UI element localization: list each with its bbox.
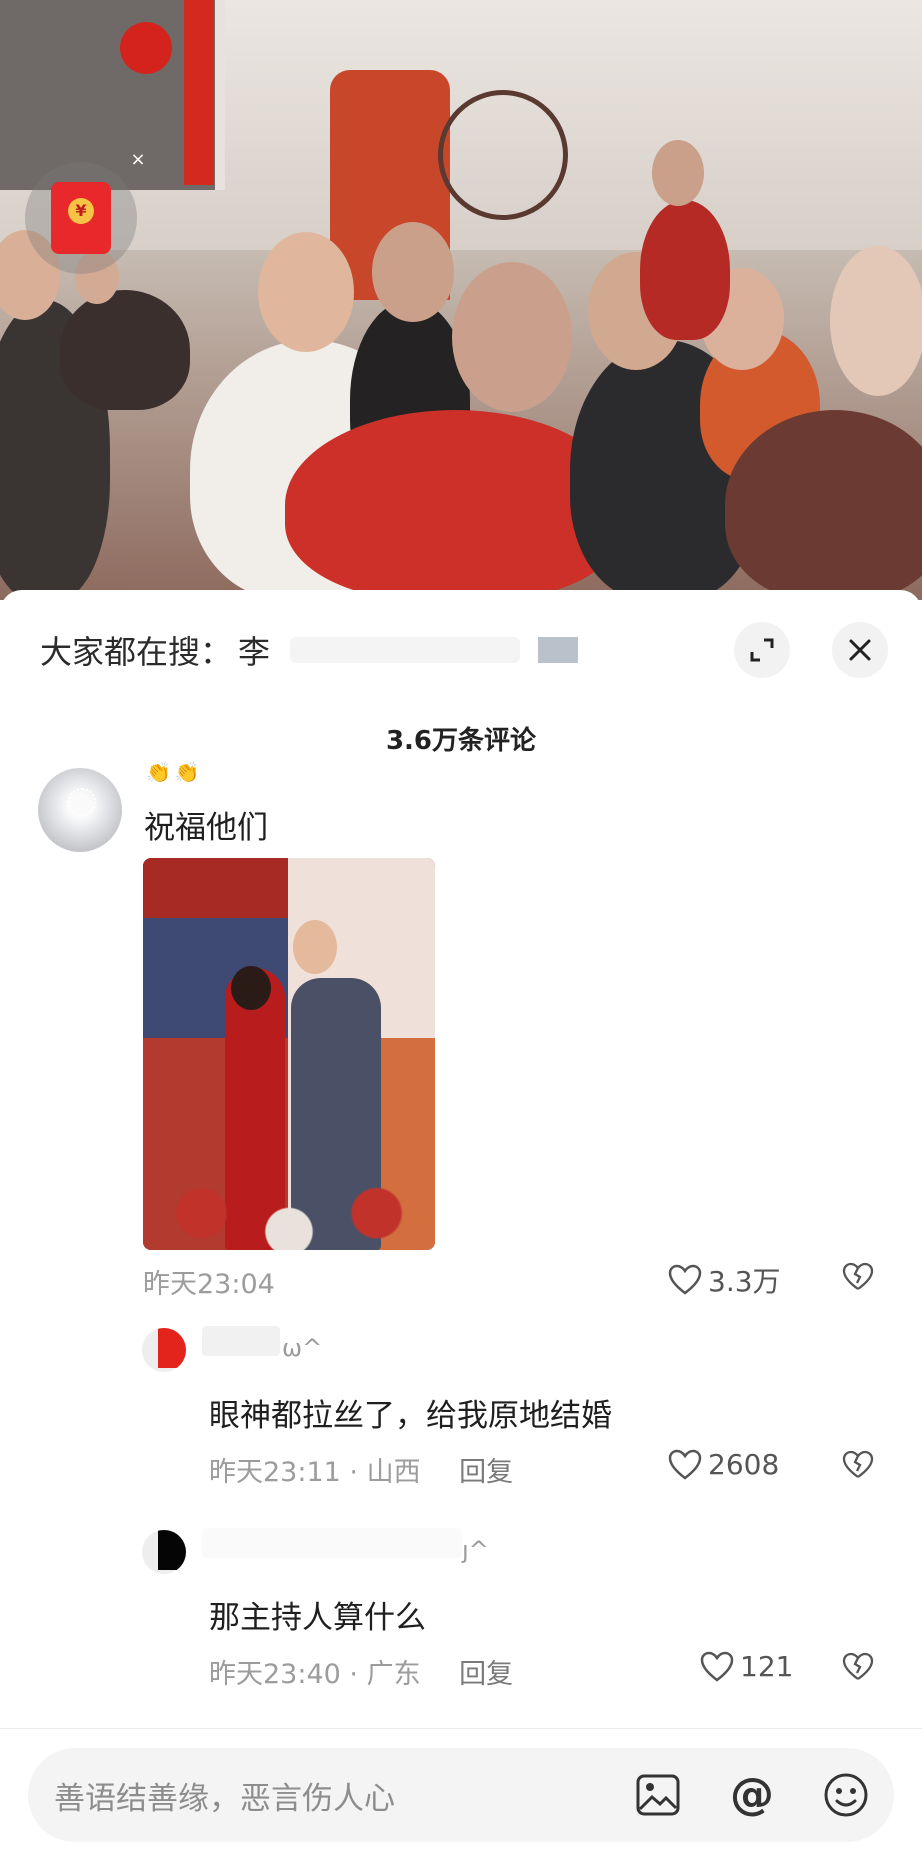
broken-heart-icon xyxy=(842,1450,874,1478)
heart-icon xyxy=(668,1264,702,1295)
username-tail: ȷ^ xyxy=(462,1536,489,1564)
comment-time: 昨天23:04 xyxy=(143,1269,275,1300)
double-happiness-decoration xyxy=(120,22,172,74)
at-icon: @ xyxy=(730,1769,774,1820)
image-button[interactable] xyxy=(632,1769,684,1821)
broken-heart-icon xyxy=(842,1652,874,1680)
comment-emoji: 👏👏 xyxy=(146,760,204,784)
comment-count: 3.6万条评论 xyxy=(385,726,537,756)
username-tail: ω^ xyxy=(282,1334,323,1362)
avatar[interactable] xyxy=(38,768,122,852)
red-curtain xyxy=(184,0,214,185)
search-label: 大家都在搜： xyxy=(40,633,233,671)
expand-button[interactable] xyxy=(734,622,790,678)
dandelion-image xyxy=(68,788,96,816)
comment-text: 祝福他们 xyxy=(144,810,268,846)
guest-head xyxy=(830,246,922,396)
comment-panel: 大家都在搜： 李 3.6万条评论 👏👏 祝福他们 昨天23:04 3.3万 ω^… xyxy=(0,590,922,1866)
red-packet-button[interactable]: ¥ xyxy=(25,162,137,274)
like-button[interactable]: 2608 xyxy=(668,1448,779,1481)
like-count: 3.3万 xyxy=(708,1265,781,1298)
dot-separator: · xyxy=(349,1457,367,1488)
red-packet-close-icon[interactable]: × xyxy=(128,150,148,170)
heart-icon xyxy=(668,1449,702,1480)
reply-button[interactable]: 回复 xyxy=(459,1659,513,1690)
dislike-button[interactable] xyxy=(842,1450,874,1484)
guest-head xyxy=(258,232,354,352)
guest-figure xyxy=(60,290,190,410)
avatar-square xyxy=(158,1530,186,1570)
close-icon xyxy=(849,639,871,661)
like-count: 121 xyxy=(740,1650,794,1683)
red-packet-coin: ¥ xyxy=(68,198,94,224)
decorative-wheel xyxy=(438,90,568,220)
comment-meta: 昨天23:04 xyxy=(143,1262,275,1301)
emoji-icon xyxy=(824,1773,868,1817)
comment-meta: 昨天23:40 · 广东 回复 xyxy=(209,1652,513,1691)
photo-flowers xyxy=(143,1158,435,1250)
guest-head xyxy=(372,222,454,322)
heart-icon xyxy=(700,1651,734,1682)
photo-red-wall xyxy=(143,858,288,918)
search-term[interactable]: 李 xyxy=(238,627,270,673)
guest-figure xyxy=(640,200,730,340)
comment-text: 那主持人算什么 xyxy=(209,1600,426,1636)
avatar-square xyxy=(158,1328,186,1368)
input-divider xyxy=(0,1728,922,1729)
mention-button[interactable]: @ xyxy=(726,1769,778,1821)
blurred-search-text xyxy=(290,637,521,663)
image-icon xyxy=(636,1774,680,1816)
comment-text: 眼神都拉丝了，给我原地结婚 xyxy=(209,1398,612,1434)
video-player[interactable]: ¥ × xyxy=(0,0,922,600)
reply-avatar[interactable] xyxy=(142,1328,186,1372)
reply-avatar[interactable] xyxy=(142,1530,186,1574)
dislike-button[interactable] xyxy=(842,1652,874,1686)
like-button[interactable]: 121 xyxy=(700,1650,793,1683)
guest-head xyxy=(452,262,572,412)
broken-heart-icon xyxy=(842,1262,874,1290)
photo-groom-head xyxy=(293,920,337,974)
dislike-button[interactable] xyxy=(842,1262,874,1296)
photo-bride-head xyxy=(231,966,271,1010)
close-panel-button[interactable] xyxy=(832,622,888,678)
guest-head xyxy=(652,140,704,206)
comment-location: 广东 xyxy=(366,1659,421,1690)
reply-button[interactable]: 回复 xyxy=(459,1457,513,1488)
comment-time: 昨天23:11 xyxy=(209,1457,341,1488)
comment-time: 昨天23:40 xyxy=(209,1659,341,1690)
comment-location: 山西 xyxy=(366,1457,421,1488)
comment-meta: 昨天23:11 · 山西 回复 xyxy=(209,1450,513,1489)
comment-image[interactable] xyxy=(143,858,435,1250)
search-suggestion[interactable]: 大家都在搜： 李 xyxy=(40,620,579,680)
emoji-button[interactable] xyxy=(820,1769,872,1821)
dot-separator: · xyxy=(349,1659,367,1690)
blurred-username xyxy=(202,1528,462,1558)
like-button[interactable]: 3.3万 xyxy=(668,1260,781,1300)
comment-input-bar[interactable]: 善语结善缘，恶言伤人心 @ xyxy=(28,1748,894,1842)
comment-input[interactable]: 善语结善缘，恶言伤人心 xyxy=(54,1773,632,1818)
blurred-username xyxy=(202,1326,280,1356)
like-count: 2608 xyxy=(708,1448,780,1481)
expand-icon xyxy=(750,638,774,662)
guest-figure xyxy=(725,410,922,600)
blurred-search-thumb xyxy=(538,637,579,663)
